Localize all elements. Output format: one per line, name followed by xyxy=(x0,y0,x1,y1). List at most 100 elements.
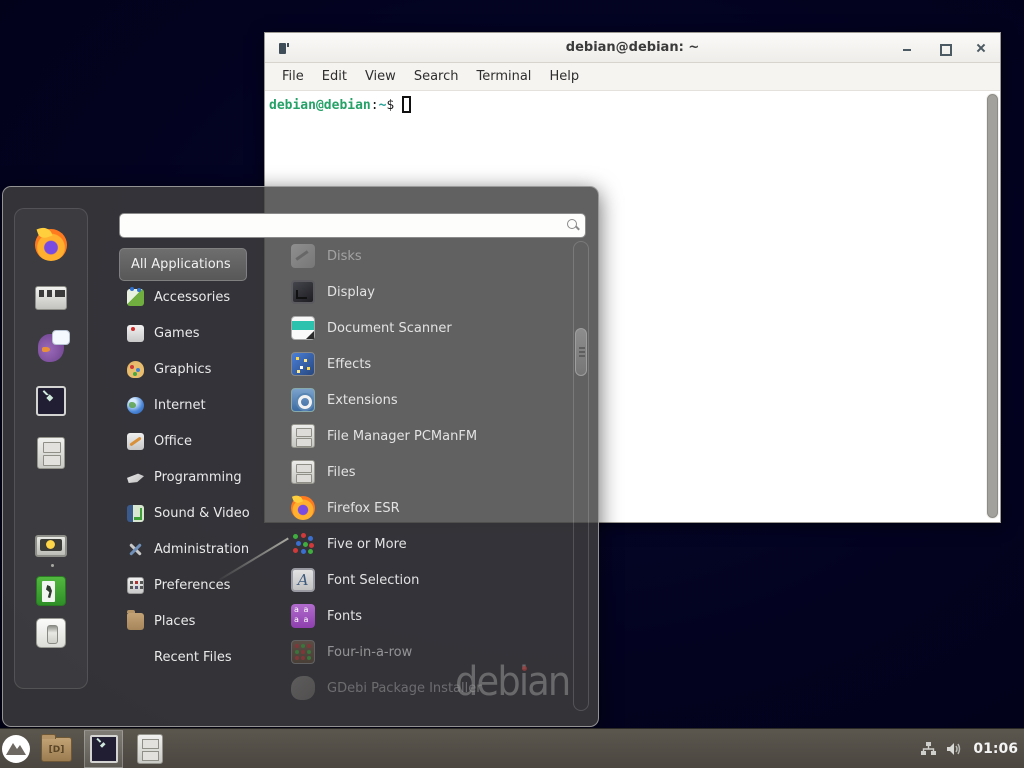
category-games[interactable]: Games xyxy=(119,315,274,351)
application-menu: All Applications Accessories Games Graph… xyxy=(2,186,599,727)
app-firefox-esr[interactable]: Firefox ESR xyxy=(291,490,573,526)
app-five-or-more[interactable]: Five or More xyxy=(291,526,573,562)
menu-mountain-icon xyxy=(1,734,31,764)
category-sound-video[interactable]: Sound & Video xyxy=(119,495,274,531)
category-places[interactable]: Places xyxy=(119,603,274,639)
firefox-icon xyxy=(35,229,67,261)
internet-icon xyxy=(127,397,144,414)
app-file-manager-pcmanfm[interactable]: File Manager PCManFM xyxy=(291,418,573,454)
favorite-terminal-button[interactable] xyxy=(33,383,69,419)
favorite-control-center-button[interactable] xyxy=(33,280,69,316)
office-icon xyxy=(127,433,144,450)
terminal-scrollbar-thumb[interactable] xyxy=(987,94,998,518)
favorite-file-manager-button[interactable] xyxy=(33,435,69,471)
app-gdebi-package-installer[interactable]: GDebi Package Installer xyxy=(291,670,573,706)
taskbar-terminal-task[interactable] xyxy=(84,730,123,768)
control-center-icon xyxy=(35,286,67,310)
app-document-scanner[interactable]: Document Scanner xyxy=(291,310,573,346)
terminal-window-title: debian@debian: ~ xyxy=(265,40,1000,55)
files-icon xyxy=(291,460,315,484)
category-programming[interactable]: Programming xyxy=(119,459,274,495)
category-internet[interactable]: Internet xyxy=(119,387,274,423)
app-effects[interactable]: Effects xyxy=(291,346,573,382)
desktop: debian@debian: ~ File Edit View Search T… xyxy=(0,0,1024,768)
logout-icon xyxy=(36,576,66,606)
favorite-pidgin-button[interactable] xyxy=(33,330,69,366)
sound-video-icon xyxy=(127,505,144,522)
favorite-firefox-button[interactable] xyxy=(33,227,69,263)
administration-icon xyxy=(127,541,144,558)
close-button[interactable] xyxy=(974,41,988,55)
shutdown-icon xyxy=(36,618,66,648)
maximize-button[interactable] xyxy=(937,41,951,55)
disks-icon xyxy=(291,244,315,268)
four-in-a-row-icon xyxy=(291,640,315,664)
taskbar-clock[interactable]: 01:06 xyxy=(973,741,1018,757)
app-four-in-a-row[interactable]: Four-in-a-row xyxy=(291,634,573,670)
menu-edit[interactable]: Edit xyxy=(313,65,356,88)
logout-button[interactable] xyxy=(33,573,69,609)
places-icon xyxy=(127,613,144,630)
terminal-menubar: File Edit View Search Terminal Help xyxy=(265,63,1000,91)
terminal-task-icon xyxy=(90,735,118,763)
taskbar: [D] 01:06 xyxy=(0,728,1024,768)
graphics-icon xyxy=(127,361,144,378)
taskbar-folder-button[interactable]: [D] xyxy=(41,737,72,762)
search-icon xyxy=(566,218,580,232)
app-font-selection[interactable]: Font Selection xyxy=(291,562,573,598)
fonts-icon xyxy=(291,604,315,628)
network-icon[interactable] xyxy=(920,741,937,757)
menu-help[interactable]: Help xyxy=(540,65,588,88)
document-scanner-icon xyxy=(291,316,315,340)
folder-badge: [D] xyxy=(49,745,65,755)
games-icon xyxy=(127,325,144,342)
accessories-icon xyxy=(127,289,144,306)
category-accessories[interactable]: Accessories xyxy=(119,279,274,315)
minimize-button[interactable] xyxy=(900,41,914,55)
app-files[interactable]: Files xyxy=(291,454,573,490)
file-cabinet-icon xyxy=(37,437,65,469)
app-display[interactable]: Display xyxy=(291,274,573,310)
lock-screen-button[interactable] xyxy=(33,528,69,564)
terminal-scrollbar[interactable] xyxy=(986,93,999,519)
file-manager-icon xyxy=(291,424,315,448)
filter-all-applications[interactable]: All Applications xyxy=(119,248,247,281)
app-extensions[interactable]: Extensions xyxy=(291,382,573,418)
screensaver-icon xyxy=(35,535,67,557)
pidgin-icon xyxy=(38,334,64,362)
extensions-icon xyxy=(291,388,315,412)
shutdown-button[interactable] xyxy=(33,615,69,651)
app-disks[interactable]: Disks xyxy=(291,239,573,274)
font-selection-icon xyxy=(291,568,315,592)
terminal-prompt: debian@debian:~$ xyxy=(265,91,1000,113)
menu-file[interactable]: File xyxy=(273,65,313,88)
category-office[interactable]: Office xyxy=(119,423,274,459)
preferences-icon xyxy=(127,577,144,594)
display-icon xyxy=(291,280,315,304)
effects-icon xyxy=(291,352,315,376)
category-graphics[interactable]: Graphics xyxy=(119,351,274,387)
volume-icon[interactable] xyxy=(946,741,964,757)
category-preferences[interactable]: Preferences xyxy=(119,567,274,603)
menu-launcher-button[interactable] xyxy=(1,734,31,764)
terminal-icon xyxy=(36,386,66,416)
search-input[interactable] xyxy=(119,213,586,238)
firefox-esr-icon xyxy=(291,496,315,520)
terminal-cursor xyxy=(402,96,411,113)
app-fonts[interactable]: Fonts xyxy=(291,598,573,634)
application-list: Disks Display Document Scanner Effects E… xyxy=(289,239,575,712)
programming-icon xyxy=(127,469,144,486)
menu-scrollbar-thumb[interactable] xyxy=(575,328,587,376)
terminal-window-icon xyxy=(279,43,286,54)
five-or-more-icon xyxy=(291,532,315,556)
prompt-user-host: debian@debian xyxy=(269,98,371,113)
gdebi-icon xyxy=(291,676,315,700)
menu-scrollbar[interactable] xyxy=(573,241,589,711)
menu-view[interactable]: View xyxy=(356,65,405,88)
menu-search[interactable]: Search xyxy=(405,65,468,88)
category-recent-files[interactable]: Recent Files xyxy=(119,639,274,675)
category-administration[interactable]: Administration xyxy=(119,531,274,567)
menu-terminal[interactable]: Terminal xyxy=(467,65,540,88)
taskbar-file-manager-button[interactable] xyxy=(137,734,163,764)
terminal-titlebar[interactable]: debian@debian: ~ xyxy=(265,33,1000,63)
